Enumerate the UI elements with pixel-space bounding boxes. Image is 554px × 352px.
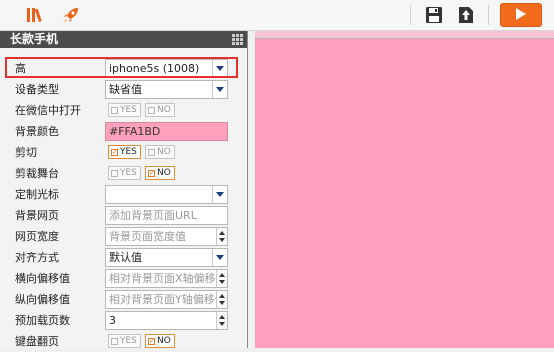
checkbox-icon [111,106,118,114]
library-icon[interactable] [25,4,47,26]
toolbar-divider [488,5,489,25]
device-type-select[interactable]: 缺省值 [105,80,228,99]
row-alignment: 对齐方式 默认值 [0,247,247,268]
row-crop-stage: 剪裁舞台 YES ✓ NO [0,163,247,184]
checkbox-icon [148,106,155,114]
toggle-label: NO [157,168,171,178]
row-bg-color: 背景颜色 #FFA1BD [0,121,247,142]
row-label: 键盘翻页 [15,335,59,348]
toggle-label: YES [120,105,137,115]
row-label: 剪裁舞台 [15,167,59,180]
crop-no-toggle[interactable]: ✓ NO [145,166,175,180]
select-value: 默认值 [109,251,142,264]
checkbox-icon [111,337,118,345]
row-y-offset: 纵向偏移值 相对背景页面Y轴偏移值 [0,289,247,310]
checkmark-icon: ✓ [111,147,118,156]
custom-cursor-select[interactable] [105,185,228,204]
panel-header: 长款手机 [0,31,247,48]
wechat-yes-toggle[interactable]: YES [108,103,141,117]
keyboard-yes-toggle[interactable]: YES [108,334,141,348]
toggle-label: YES [120,336,137,346]
row-device-type: 设备类型 缺省值 [0,79,247,100]
toggle-label: NO [157,105,171,115]
save-icon[interactable] [423,4,445,26]
input-placeholder: 相对背景页面Y轴偏移值 [109,293,226,306]
row-label: 预加载页数 [15,314,70,327]
export-icon[interactable] [455,4,477,26]
row-label: 设备类型 [15,83,59,96]
input-placeholder: 相对背景页面X轴偏移值 [109,272,227,285]
toggle-label: YES [120,168,137,178]
chevron-down-icon[interactable] [212,81,227,98]
row-preload-pages: 预加载页数 3 [0,310,247,331]
toolbar-divider [410,5,411,25]
row-label: 横向偏移值 [15,272,70,285]
row-keyboard-paging: 键盘翻页 YES ✓ NO [0,331,247,352]
page-width-input[interactable]: 背景页面宽度值 [105,227,228,246]
row-custom-cursor: 定制光标 [0,184,247,205]
row-label: 纵向偏移值 [15,293,70,306]
row-page-width: 网页宽度 背景页面宽度值 [0,226,247,247]
spinner-icon[interactable] [216,228,227,245]
keyboard-no-toggle[interactable]: ✓ NO [145,334,175,348]
y-offset-input[interactable]: 相对背景页面Y轴偏移值 [105,290,228,309]
row-bg-page: 背景网页 添加背景页面URL [0,205,247,226]
chevron-down-icon[interactable] [212,186,227,203]
row-label: 对齐方式 [15,251,59,264]
clip-yes-toggle[interactable]: ✓ YES [108,145,141,159]
input-placeholder: 背景页面宽度值 [109,230,186,243]
play-icon [515,6,527,25]
toggle-label: YES [120,147,137,157]
bg-color-field[interactable]: #FFA1BD [105,122,228,141]
checkbox-icon [111,169,118,177]
row-label: 网页宽度 [15,230,59,243]
grip-handle-icon[interactable] [232,34,243,45]
row-label: 背景颜色 [15,125,59,138]
properties-panel: 长款手机 高 iphone5s (1008) 设备类型 缺省值 在微信中打开 Y… [0,31,248,348]
x-offset-input[interactable]: 相对背景页面X轴偏移值 [105,269,228,288]
panel-title: 长款手机 [10,32,59,46]
toggle-label: NO [157,147,171,157]
spinner-icon[interactable] [216,312,227,329]
preload-pages-input[interactable]: 3 [105,311,228,330]
highlight-box [5,57,238,78]
row-label: 剪切 [15,146,37,159]
chevron-down-icon[interactable] [212,249,227,266]
bg-page-url-input[interactable]: 添加背景页面URL [105,206,228,225]
crop-yes-toggle[interactable]: YES [108,166,141,180]
row-x-offset: 横向偏移值 相对背景页面X轴偏移值 [0,268,247,289]
top-toolbar [0,0,554,31]
row-open-in-wechat: 在微信中打开 YES NO [0,100,247,121]
alignment-select[interactable]: 默认值 [105,248,228,267]
row-label: 定制光标 [15,188,59,201]
checkbox-icon [148,148,155,156]
checkmark-icon: ✓ [148,168,155,177]
wechat-no-toggle[interactable]: NO [145,103,175,117]
spinner-icon[interactable] [216,270,227,287]
ruler [255,31,554,39]
select-value: 缺省值 [109,83,142,96]
preview-play-button[interactable] [500,3,542,27]
checkmark-icon: ✓ [148,336,155,345]
row-label: 背景网页 [15,209,59,222]
spinner-icon[interactable] [216,291,227,308]
row-label: 在微信中打开 [15,104,81,117]
row-clip: 剪切 ✓ YES NO [0,142,247,163]
rocket-icon[interactable] [60,4,82,26]
toggle-label: NO [157,336,171,346]
stage-canvas[interactable] [255,31,554,348]
clip-no-toggle[interactable]: NO [145,145,175,159]
input-value: 3 [109,314,116,327]
